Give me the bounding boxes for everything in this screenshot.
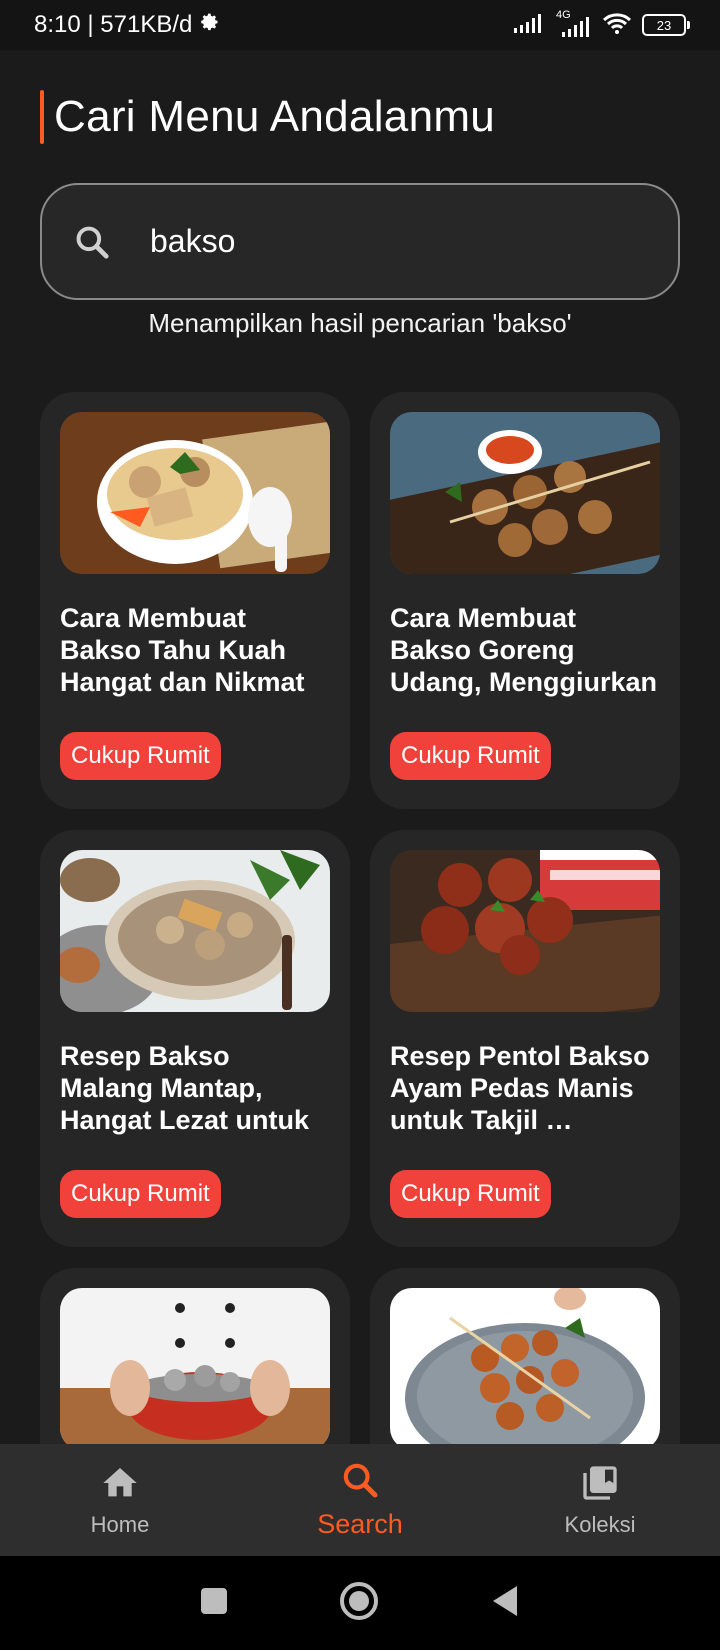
signal-icon xyxy=(514,13,546,38)
search-icon xyxy=(70,220,114,264)
nav-label-search: Search xyxy=(317,1509,403,1539)
recipe-image-bakso-goreng xyxy=(390,412,660,574)
status-time-data: 8:10 | 571KB/d xyxy=(34,11,193,38)
recent-apps-icon[interactable] xyxy=(199,1586,229,1621)
recipe-title: Resep Pentol Bakso Ayam Pedas Manis untu… xyxy=(390,1041,650,1135)
recipe-image-bakso-tahu xyxy=(60,412,330,574)
wifi-icon xyxy=(602,12,632,39)
system-nav-bar xyxy=(0,1556,720,1650)
battery-indicator: 23 xyxy=(642,14,690,36)
difficulty-badge: Cukup Rumit xyxy=(60,732,221,780)
difficulty-badge: Cukup Rumit xyxy=(390,1170,551,1218)
nav-item-search[interactable]: Search xyxy=(260,1460,460,1540)
search-nav-icon xyxy=(339,1460,381,1505)
recipe-image-bakso-chef xyxy=(60,1288,330,1450)
title-accent-bar xyxy=(40,90,44,144)
status-bar: 8:10 | 571KB/d 4G 23 xyxy=(0,0,720,50)
recipe-card[interactable]: Cara Membuat Bakso Tahu Kuah Hangat dan … xyxy=(40,392,350,809)
status-left: 8:10 | 571KB/d xyxy=(34,11,220,39)
recipe-title: Cara Membuat Bakso Tahu Kuah Hangat dan … xyxy=(60,603,305,697)
bottom-nav: Home Search Koleksi xyxy=(0,1444,720,1556)
settings-gear-icon xyxy=(200,11,220,39)
page-title: Cari Menu Andalanmu xyxy=(54,92,496,141)
recipe-image-bakso-malang xyxy=(60,850,330,1012)
nav-label-collection: Koleksi xyxy=(564,1511,636,1537)
recipe-title: Cara Membuat Bakso Goreng Udang, Menggiu… xyxy=(390,603,658,697)
home-button-icon[interactable] xyxy=(339,1581,379,1626)
search-input[interactable] xyxy=(148,222,632,261)
status-right: 4G 23 xyxy=(514,9,690,39)
back-icon[interactable] xyxy=(489,1584,521,1623)
home-icon xyxy=(99,1463,141,1508)
difficulty-badge: Cukup Rumit xyxy=(60,1170,221,1218)
recipe-card[interactable]: Resep Bakso Malang Mantap, Hangat Lezat … xyxy=(40,830,350,1247)
signal-4g-icon: 4G xyxy=(556,9,592,37)
collection-icon xyxy=(579,1463,621,1508)
search-box[interactable] xyxy=(40,183,680,300)
recipe-image-pentol-bakso xyxy=(390,850,660,1012)
recipe-card[interactable]: Resep Pentol Bakso Ayam Pedas Manis untu… xyxy=(370,830,680,1247)
recipe-card[interactable]: Cara Membuat Bakso Goreng Udang, Menggiu… xyxy=(370,392,680,809)
nav-item-home[interactable]: Home xyxy=(20,1463,220,1538)
screen: 8:10 | 571KB/d 4G 23 Cari Menu Andalanmu… xyxy=(0,0,720,1650)
difficulty-badge: Cukup Rumit xyxy=(390,732,551,780)
recipe-title: Resep Bakso Malang Mantap, Hangat Lezat … xyxy=(60,1041,310,1135)
page-header: Cari Menu Andalanmu xyxy=(40,90,495,144)
search-result-text: Menampilkan hasil pencarian 'bakso' xyxy=(148,308,572,338)
nav-label-home: Home xyxy=(90,1511,150,1537)
nav-item-collection[interactable]: Koleksi xyxy=(500,1463,700,1538)
recipe-image-bakso-sate xyxy=(390,1288,660,1450)
